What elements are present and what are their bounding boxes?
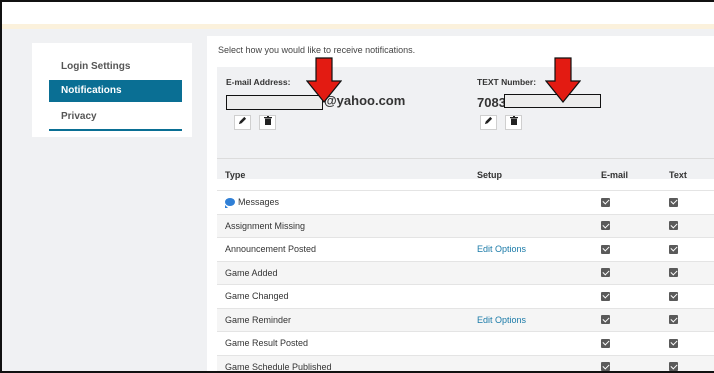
header-setup: Setup: [477, 169, 503, 180]
sidebar-item-privacy[interactable]: Privacy: [49, 106, 182, 128]
email-checkbox[interactable]: [601, 244, 610, 254]
app-frame: Login Settings Notifications Privacy Sel…: [0, 0, 714, 373]
text-checkbox[interactable]: [669, 197, 678, 207]
settings-sidebar: Login Settings Notifications Privacy: [32, 43, 192, 137]
notification-type-label: Announcement Posted: [225, 244, 317, 255]
notification-type: Game Reminder: [225, 309, 291, 332]
email-checkbox-cell: [601, 191, 610, 214]
text-checkbox[interactable]: [669, 244, 678, 254]
trash-icon: [509, 116, 518, 125]
text-checkbox[interactable]: [669, 362, 678, 371]
table-header-row: Type Setup E-mail Text: [217, 159, 714, 191]
table-row: Game Added: [217, 261, 714, 285]
text-checkbox-cell: [669, 215, 678, 238]
edit-email-button[interactable]: [234, 115, 251, 130]
email-checkbox[interactable]: [601, 315, 610, 325]
notification-type: Game Added: [225, 262, 278, 285]
trash-icon: [263, 116, 272, 125]
header-type: Type: [225, 169, 246, 180]
email-checkbox-cell: [601, 215, 610, 238]
pencil-icon: [484, 116, 493, 125]
text-checkbox-cell: [669, 356, 678, 371]
text-checkbox-cell: [669, 309, 678, 332]
notification-type-label: Assignment Missing: [225, 220, 306, 231]
notification-type-label: Game Added: [225, 267, 278, 278]
message-bubble-icon: [225, 198, 235, 209]
email-checkbox-cell: [601, 285, 610, 308]
email-checkbox[interactable]: [601, 362, 610, 371]
table-row: Messages: [217, 191, 714, 215]
instructions-text: Select how you would like to receive not…: [218, 45, 416, 55]
header-text: Text: [669, 169, 687, 180]
down-arrow-annotation-icon: [306, 57, 342, 103]
email-checkbox[interactable]: [601, 338, 610, 348]
delete-text-number-button[interactable]: [505, 115, 522, 130]
email-checkbox-cell: [601, 332, 610, 355]
text-checkbox-cell: [669, 238, 678, 261]
notification-type-label: Game Result Posted: [225, 338, 309, 349]
notification-type: Game Schedule Published: [225, 356, 332, 372]
table-row: Game Changed: [217, 285, 714, 309]
email-checkbox-cell: [601, 356, 610, 371]
notifications-panel: Select how you would like to receive not…: [207, 36, 714, 371]
email-checkbox-cell: [601, 262, 610, 285]
sidebar-item-notifications[interactable]: Notifications: [49, 80, 182, 102]
text-checkbox[interactable]: [669, 221, 678, 231]
edit-options-link[interactable]: Edit Options: [477, 309, 526, 332]
edit-options-link[interactable]: Edit Options: [477, 238, 526, 261]
notification-type: Game Changed: [225, 285, 289, 308]
notification-type-label: Messages: [238, 197, 280, 208]
table-row: Game Reminder Edit Options: [217, 308, 714, 332]
email-checkbox[interactable]: [601, 221, 610, 231]
edit-text-number-button[interactable]: [480, 115, 497, 130]
text-checkbox[interactable]: [669, 338, 678, 348]
text-number-label: TEXT Number:: [477, 77, 537, 87]
email-checkbox-cell: [601, 309, 610, 332]
table-row: Assignment Missing: [217, 214, 714, 238]
notification-type-label: Game Schedule Published: [225, 361, 332, 372]
table-body: Messages Assignment Missing Announcement P…: [217, 191, 714, 372]
email-label: E-mail Address:: [226, 77, 291, 87]
sidebar-item-login-settings[interactable]: Login Settings: [49, 56, 182, 78]
table-row: Game Result Posted: [217, 332, 714, 356]
email-checkbox[interactable]: [601, 197, 610, 207]
text-number-prefix: 7083: [477, 95, 506, 110]
notification-type-label: Game Reminder: [225, 314, 292, 325]
header-email: E-mail: [601, 169, 629, 180]
notification-type: Game Result Posted: [225, 332, 308, 355]
table-row: Game Schedule Published: [217, 355, 714, 372]
text-checkbox-cell: [669, 332, 678, 355]
text-checkbox[interactable]: [669, 268, 678, 278]
top-accent-line: [2, 24, 714, 29]
table-row: Announcement Posted Edit Options: [217, 238, 714, 262]
notification-type: Messages: [225, 191, 279, 214]
notification-type: Assignment Missing: [225, 215, 305, 238]
notification-type: Announcement Posted: [225, 238, 316, 261]
text-checkbox-cell: [669, 262, 678, 285]
sidebar-underline: [49, 129, 182, 131]
notification-type-label: Game Changed: [225, 291, 289, 302]
email-checkbox[interactable]: [601, 268, 610, 278]
delete-email-button[interactable]: [259, 115, 276, 130]
notification-types-table: Type Setup E-mail Text Messages Assignmen…: [217, 158, 714, 372]
text-checkbox-cell: [669, 285, 678, 308]
top-bar: [2, 2, 714, 29]
text-checkbox[interactable]: [669, 291, 678, 301]
email-checkbox-cell: [601, 238, 610, 261]
email-checkbox[interactable]: [601, 291, 610, 301]
pencil-icon: [238, 116, 247, 125]
down-arrow-annotation-icon: [545, 57, 581, 103]
text-checkbox[interactable]: [669, 315, 678, 325]
text-checkbox-cell: [669, 191, 678, 214]
